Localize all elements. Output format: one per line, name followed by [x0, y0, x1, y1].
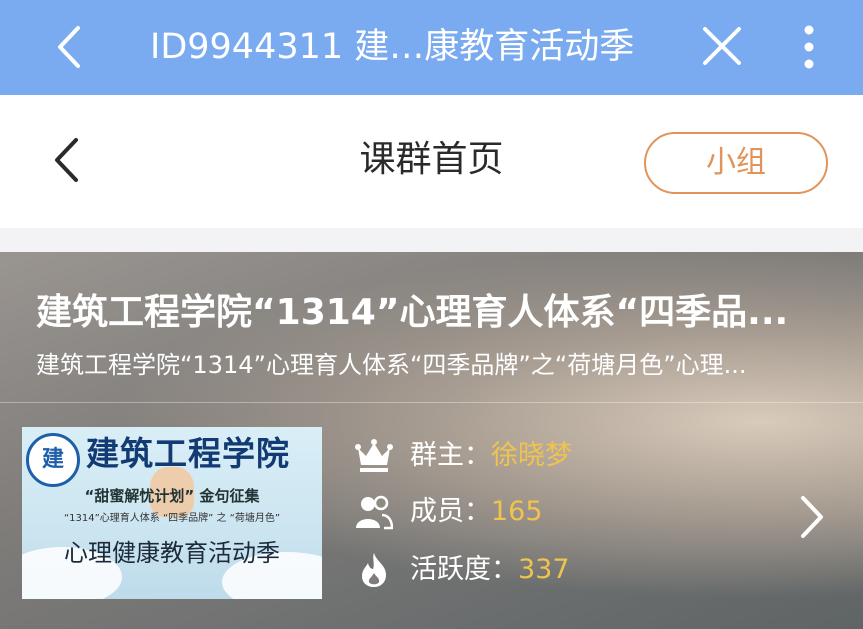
members-label: 成员： — [410, 496, 491, 527]
members-value: 165 — [491, 496, 543, 527]
course-cover-image[interactable]: 建 建筑工程学院 “甜蜜解忧计划” 金句征集 “1314”心理育人体系 “四季品… — [22, 427, 322, 599]
flame-icon — [362, 553, 386, 587]
owner-label: 群主： — [410, 440, 491, 471]
cover-school-name: 建筑工程学院 — [86, 434, 290, 473]
cover-line3: 心理健康教育活动季 — [64, 539, 280, 567]
group-button[interactable]: 小组 — [644, 132, 828, 194]
course-subtitle: 建筑工程学院“1314”心理育人体系“四季品牌”之“荷塘月色”心理... — [36, 351, 747, 379]
activity-label: 活跃度： — [410, 554, 518, 585]
school-seal-icon: 建 — [26, 433, 80, 487]
course-group-card: 建筑工程学院“1314”心理育人体系“四季品... 建筑工程学院“1314”心理… — [0, 252, 863, 629]
divider — [0, 402, 863, 403]
cover-line2: “1314”心理育人体系 “四季品牌” 之 “荷塘月色” — [63, 513, 281, 524]
more-vertical-icon[interactable] — [796, 22, 822, 72]
browser-top-bar: ID9944311 建…康教育活动季 — [0, 0, 863, 95]
chevron-right-icon[interactable] — [797, 492, 827, 542]
members-icon — [356, 495, 393, 530]
close-icon[interactable] — [700, 24, 744, 68]
chevron-left-icon[interactable] — [50, 22, 90, 72]
course-title: 建筑工程学院“1314”心理育人体系“四季品... — [36, 292, 789, 333]
cover-line1: “甜蜜解忧计划” 金句征集 — [84, 487, 260, 505]
page-header: 课群首页 小组 — [0, 95, 863, 228]
activity-value: 337 — [518, 554, 570, 585]
crown-icon — [355, 439, 393, 472]
browser-title: ID9944311 建…康教育活动季 — [150, 27, 635, 67]
owner-value: 徐晓梦 — [491, 440, 572, 471]
